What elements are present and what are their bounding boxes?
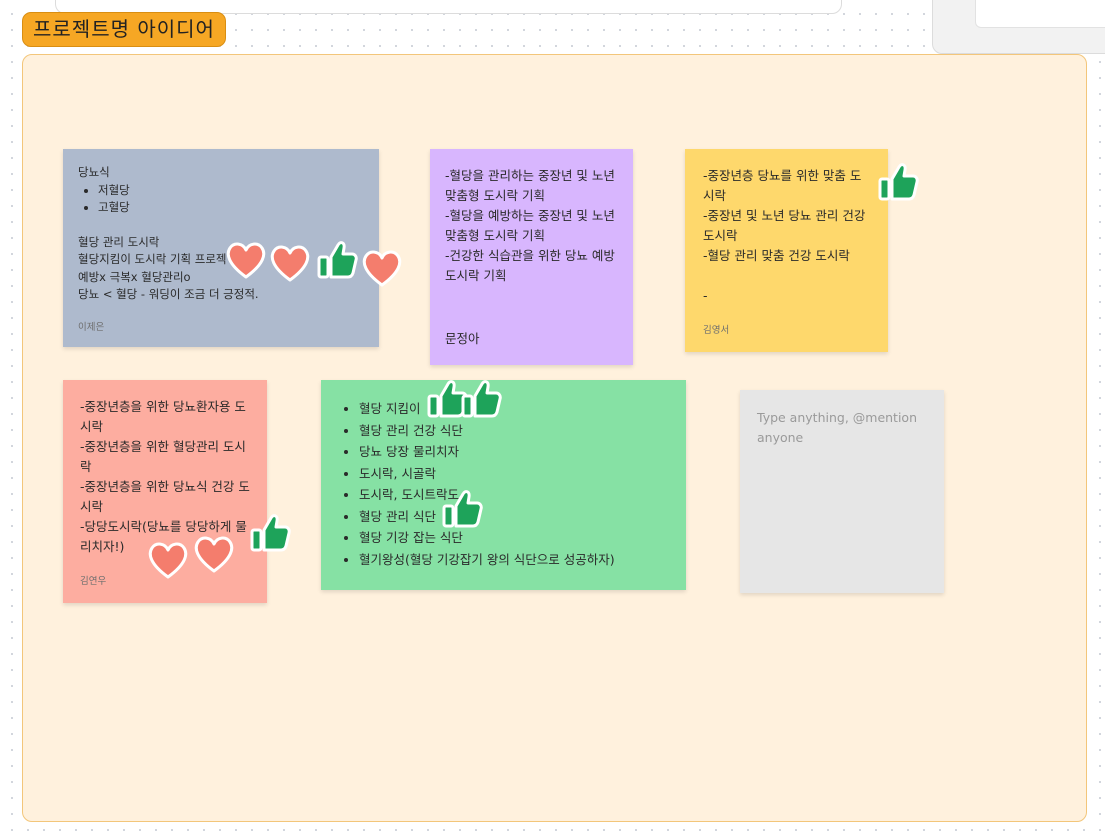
thumbs-up-icon[interactable] [876,160,920,204]
list-item: 도시락, 시골락 [359,463,668,485]
list-item: 저혈당 [98,182,364,200]
sticky-heading: 당뇨식 [78,165,110,179]
sticky-author: 이제은 [78,322,105,333]
list-item: 혈당 기강 잡는 식단 [359,527,668,549]
thumbs-up-icon[interactable] [315,238,359,282]
sticky-bullet-list: 혈당 지킴이 혈당 관리 건강 식단 당뇨 당장 물리치자 도시락, 시골락 도… [339,398,668,570]
thumbs-up-icon[interactable] [459,377,503,421]
sticky-signature: 문정아 [445,331,480,346]
sticky-bullet-list: 저혈당 고혈당 [78,182,364,217]
sticky-placeholder[interactable]: Type anything, @mention anyone [757,408,927,448]
sticky-note-empty[interactable]: Type anything, @mention anyone [740,390,944,593]
heart-icon[interactable] [268,241,312,285]
list-item: 혈기왕성(혈당 기강잡기 왕의 식단으로 성공하자) [359,549,668,571]
heart-icon[interactable] [192,532,236,576]
list-item: 혈당 관리 건강 식단 [359,420,668,442]
list-item: 당뇨 당장 물리치자 [359,441,668,463]
sticky-text: -중장년층 당뇨를 위한 맞춤 도시락 -중장년 및 노년 당뇨 관리 건강 도… [703,168,866,303]
sticky-note-2[interactable]: -혈당을 관리하는 중장년 및 노년 맞춤형 도시락 기획 -혈당을 예방하는 … [430,149,633,365]
section-title[interactable]: 프로젝트명 아이디어 [22,12,226,47]
heart-icon[interactable] [146,538,190,582]
thumbs-up-icon[interactable] [440,487,484,531]
list-item: 도시락, 도시트락도 [359,484,668,506]
heart-icon[interactable] [360,246,404,290]
sticky-author: 김영서 [703,325,730,336]
list-item: 혈당 지킴이 [359,398,668,420]
sticky-note-5[interactable]: 혈당 지킴이 혈당 관리 건강 식단 당뇨 당장 물리치자 도시락, 시골락 도… [321,380,686,590]
list-item: 혈당 관리 식단 [359,506,668,528]
side-panel [932,0,1105,54]
list-item: 고혈당 [98,199,364,217]
sticky-author: 김연우 [80,576,107,587]
sticky-note-3[interactable]: -중장년층 당뇨를 위한 맞춤 도시락 -중장년 및 노년 당뇨 관리 건강 도… [685,149,888,352]
sticky-text: -혈당을 관리하는 중장년 및 노년 맞춤형 도시락 기획 -혈당을 예방하는 … [445,168,615,283]
thumbs-up-icon[interactable] [248,511,292,555]
side-panel-card[interactable] [975,0,1105,28]
heart-icon[interactable] [224,238,268,282]
